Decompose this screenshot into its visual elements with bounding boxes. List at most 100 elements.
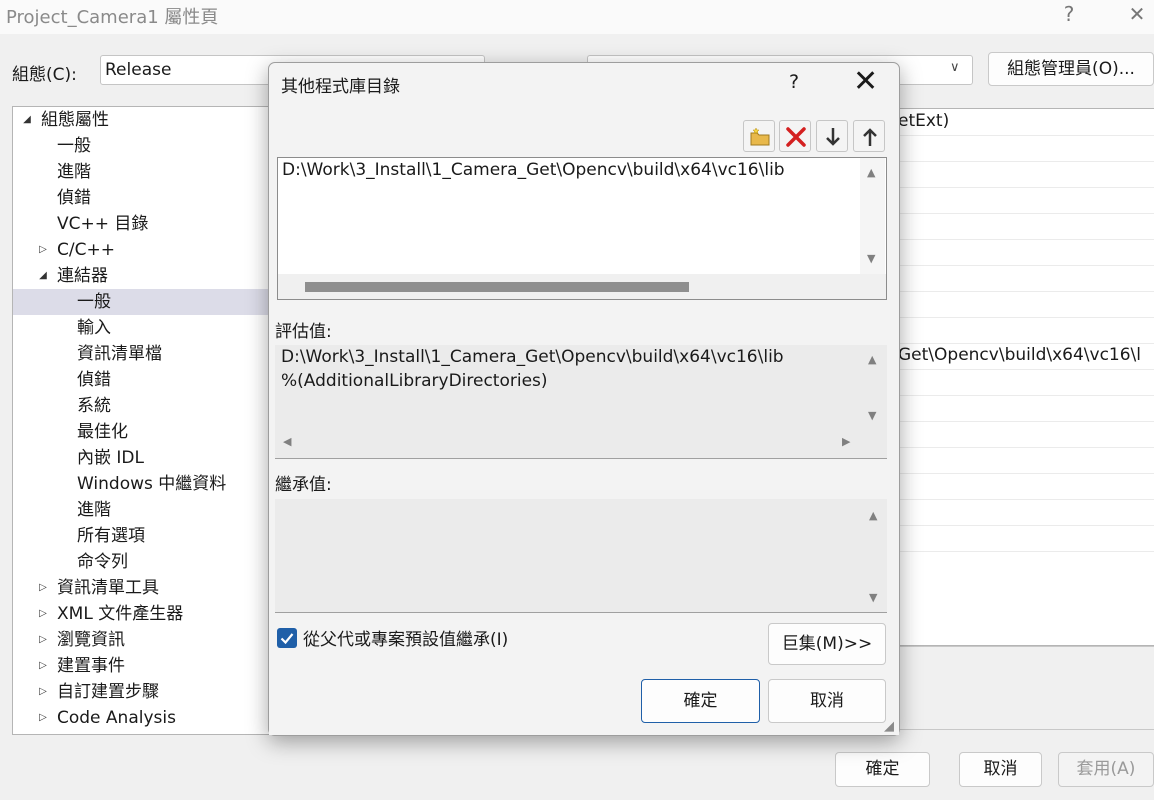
tree-item[interactable]: 資訊清單檔 (13, 341, 307, 367)
tree-item-label: XML 文件產生器 (57, 604, 184, 624)
window-title: Project_Camera1 屬性頁 (6, 7, 219, 28)
tree-item[interactable]: 一般 (13, 289, 307, 315)
tree-item[interactable]: ▷ XML 文件產生器 (13, 601, 307, 627)
tree-item-label: C/C++ (57, 240, 115, 260)
eval-line: D:\Work\3_Install\1_Camera_Get\Opencv\bu… (281, 347, 784, 367)
tree-item-label: 輸入 (77, 318, 111, 338)
tree-item-label: 偵錯 (57, 188, 91, 208)
inherit-checkbox[interactable] (277, 628, 297, 648)
tree-item-label: 建置事件 (57, 656, 125, 676)
scroll-down-icon[interactable]: ▼ (869, 591, 877, 604)
delete-icon[interactable] (779, 120, 811, 152)
tree-item-label: 自訂建置步驟 (57, 682, 159, 702)
config-label: 組態(C): (12, 65, 77, 85)
directory-edit-box[interactable]: D:\Work\3_Install\1_Camera_Get\Opencv\bu… (277, 157, 887, 300)
scroll-down-icon[interactable]: ▼ (867, 252, 875, 265)
dialog-cancel-button[interactable]: 取消 (768, 679, 886, 723)
tree-item-label: 系統 (77, 396, 111, 416)
dialog-help-button[interactable]: ? (789, 71, 799, 93)
cancel-button[interactable]: 取消 (959, 752, 1042, 787)
expand-arrow-icon[interactable]: ▷ (37, 679, 49, 705)
scroll-up-icon[interactable]: ▲ (868, 353, 876, 366)
chevron-down-icon[interactable]: ∨ (950, 60, 960, 75)
expand-arrow-icon[interactable]: ▷ (37, 601, 49, 627)
property-tree[interactable]: ◢ 組態屬性 一般 進階 偵錯 VC++ 目錄 ▷ C/C++ ◢ 連結器 一般 輸入 資訊清單檔 偵錯系… (12, 106, 308, 735)
title-bar: Project_Camera1 屬性頁 ? ✕ (0, 0, 1154, 34)
tree-item[interactable]: ▷ 瀏覽資訊 (13, 627, 307, 653)
tree-item[interactable]: Windows 中繼資料 (13, 471, 307, 497)
tree-item[interactable]: 輸入 (13, 315, 307, 341)
edit-vertical-scrollbar[interactable]: ▲ ▼ (860, 158, 885, 274)
tree-item[interactable]: ◢ 組態屬性 (13, 107, 307, 133)
tree-item[interactable]: 所有選項 (13, 523, 307, 549)
inherit-label: 繼承值: (275, 475, 332, 495)
expand-arrow-icon[interactable]: ▷ (37, 627, 49, 653)
tree-item[interactable]: ▷ Code Analysis (13, 705, 307, 731)
tree-item[interactable]: VC++ 目錄 (13, 211, 307, 237)
config-manager-button[interactable]: 組態管理員(O)... (988, 52, 1154, 86)
tree-item[interactable]: 內嵌 IDL (13, 445, 307, 471)
grid-value-text: Get\Opencv\build\x64\vc16\l (898, 345, 1142, 365)
expand-arrow-icon[interactable]: ▷ (37, 705, 49, 731)
dialog-ok-button[interactable]: 確定 (641, 679, 760, 723)
tree-item[interactable]: 進階 (13, 497, 307, 523)
tree-item-label: 進階 (77, 500, 111, 520)
scroll-up-icon[interactable]: ▲ (869, 509, 877, 522)
tree-item-label: 連結器 (57, 266, 108, 286)
expand-arrow-icon[interactable]: ▷ (37, 237, 49, 263)
scroll-up-icon[interactable]: ▲ (867, 166, 875, 179)
scroll-left-icon[interactable]: ◀ (283, 435, 291, 448)
scroll-right-icon[interactable]: ▶ (842, 435, 850, 448)
inherit-checkbox-label[interactable]: 從父代或專案預設值繼承(I) (303, 625, 508, 650)
apply-button[interactable]: 套用(A) (1058, 752, 1154, 787)
tree-item[interactable]: ▷ 自訂建置步驟 (13, 679, 307, 705)
scroll-thumb[interactable] (305, 282, 689, 292)
tree-item[interactable]: ▷ 資訊清單工具 (13, 575, 307, 601)
grid-value-text: etExt) (898, 111, 950, 131)
tree-item-label: 所有選項 (77, 526, 145, 546)
tree-item-label: 偵錯 (77, 370, 111, 390)
collapse-arrow-icon[interactable]: ◢ (21, 107, 33, 133)
tree-item-label: 進階 (57, 162, 91, 182)
tree-item[interactable]: ▷ C/C++ (13, 237, 307, 263)
tree-item[interactable]: 進階 (13, 159, 307, 185)
move-down-icon[interactable] (816, 120, 848, 152)
tree-item-label: 最佳化 (77, 422, 128, 442)
tree-item[interactable]: 最佳化 (13, 419, 307, 445)
tree-item-label: 命令列 (77, 552, 128, 572)
directory-edit-text[interactable]: D:\Work\3_Install\1_Camera_Get\Opencv\bu… (282, 160, 785, 180)
tree-item-label: Code Analysis (57, 708, 176, 728)
dialog-close-button[interactable]: ✕ (853, 65, 878, 99)
collapse-arrow-icon[interactable]: ◢ (37, 263, 49, 289)
tree-item-label: VC++ 目錄 (57, 214, 149, 234)
tree-item[interactable]: 系統 (13, 393, 307, 419)
tree-item[interactable]: ▷ 建置事件 (13, 653, 307, 679)
inherited-value-box: ▲ ▼ (275, 499, 887, 613)
tree-item[interactable]: ◢ 連結器 (13, 263, 307, 289)
evaluated-value-box: D:\Work\3_Install\1_Camera_Get\Opencv\bu… (275, 345, 887, 459)
tree-item[interactable]: 偵錯 (13, 185, 307, 211)
tree-item-label: 組態屬性 (41, 110, 109, 130)
tree-item-label: 一般 (57, 136, 91, 156)
tree-item[interactable]: 命令列 (13, 549, 307, 575)
edit-horizontal-scrollbar[interactable] (278, 274, 886, 299)
eval-label: 評估值: (275, 322, 332, 342)
macro-button[interactable]: 巨集(M)>> (768, 623, 886, 665)
expand-arrow-icon[interactable]: ▷ (37, 575, 49, 601)
help-button[interactable]: ? (1046, 0, 1092, 30)
tree-item-label: 資訊清單工具 (57, 578, 159, 598)
tree-item[interactable]: 一般 (13, 133, 307, 159)
scroll-down-icon[interactable]: ▼ (868, 409, 876, 422)
close-button[interactable]: ✕ (1114, 0, 1154, 30)
tree-item-label: 一般 (77, 292, 111, 312)
tree-item-label: 內嵌 IDL (77, 448, 144, 468)
new-folder-icon[interactable] (743, 120, 775, 152)
move-up-icon[interactable] (853, 120, 885, 152)
tree-item[interactable]: 偵錯 (13, 367, 307, 393)
tree-item-label: 資訊清單檔 (77, 344, 162, 364)
resize-grip-icon[interactable]: ◢ (884, 719, 894, 734)
eval-vertical-scrollbar[interactable]: ▲ ▼ (860, 345, 886, 431)
expand-arrow-icon[interactable]: ▷ (37, 653, 49, 679)
ok-button[interactable]: 確定 (835, 752, 930, 787)
tree-item-label: 瀏覽資訊 (57, 630, 125, 650)
